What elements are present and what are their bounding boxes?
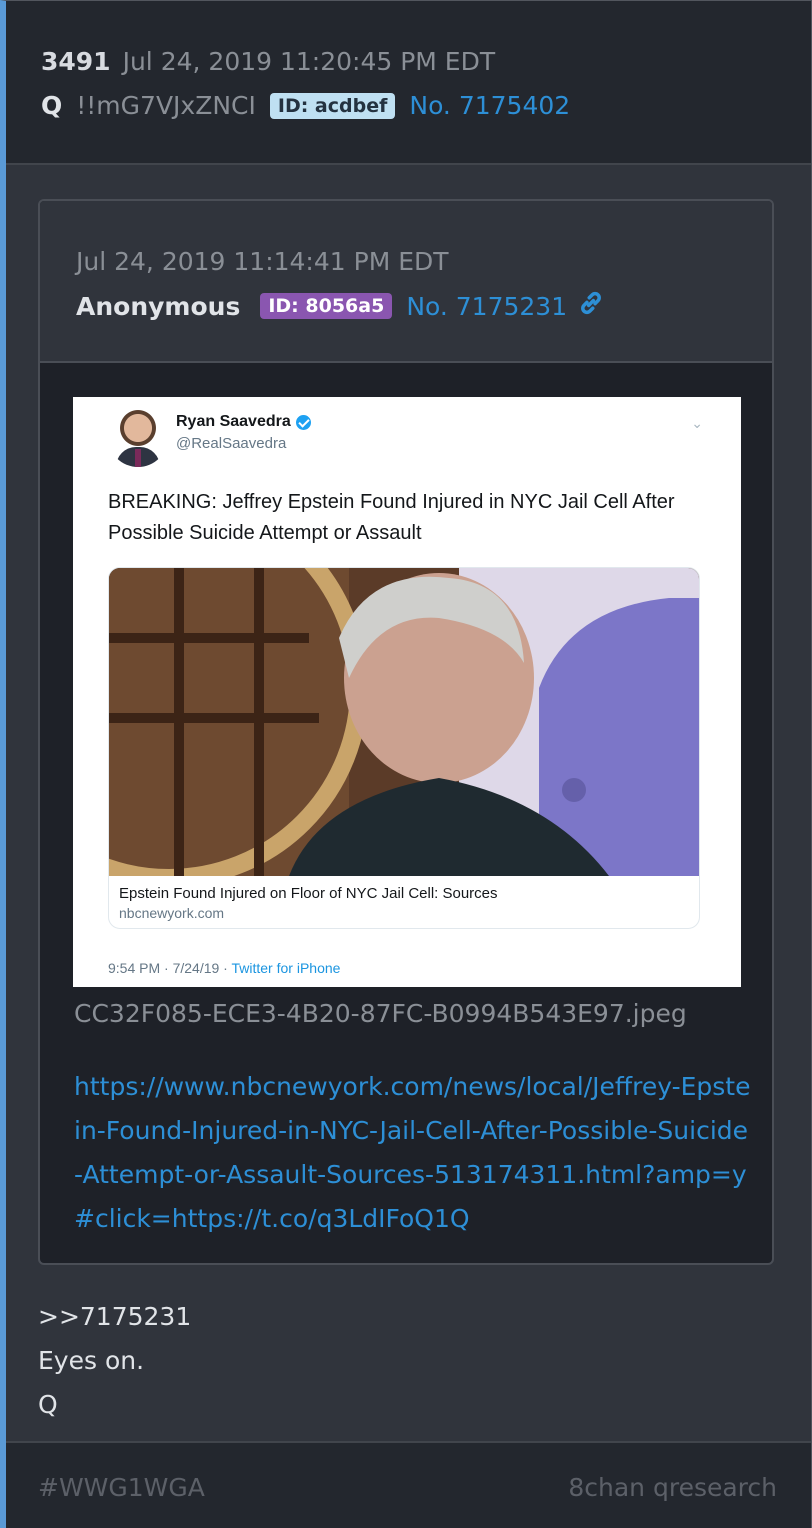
tweet-screenshot-image[interactable]: Ryan Saavedra @RealSaavedra ⌄ BREAKING: … — [73, 397, 741, 987]
board-name: 8chan qresearch — [568, 1473, 777, 1502]
quoted-post-number-link[interactable]: No. 7175231 — [406, 292, 567, 321]
post-id-badge[interactable]: ID: acdbef — [269, 92, 396, 119]
quoted-author: Anonymous — [76, 291, 241, 321]
quoted-post-header: Jul 24, 2019 11:14:41 PM EDT Anonymous I… — [40, 201, 772, 363]
post-number: 3491 — [41, 47, 111, 76]
tweet-link-card: Epstein Found Injured on Floor of NYC Ja… — [108, 567, 700, 929]
quoted-post: Jul 24, 2019 11:14:41 PM EDT Anonymous I… — [38, 199, 774, 1265]
post-tripcode: !!mG7VJxZNCI — [76, 91, 256, 120]
body-line: Eyes on. — [38, 1346, 145, 1375]
post-datetime: Jul 24, 2019 11:20:45 PM EDT — [122, 47, 496, 76]
post-body: >>7175231 Eyes on. Q — [38, 1295, 191, 1427]
post-meta-line: 3491 Jul 24, 2019 11:20:45 PM EDT — [41, 47, 495, 76]
post-author-line: Q !!mG7VJxZNCI ID: acdbef No. 7175402 — [41, 91, 570, 120]
tweet-meta: 9:54 PM · 7/24/19 · Twitter for iPhone — [108, 960, 340, 976]
tweet-timestamp: 9:54 PM · 7/24/19 · — [108, 960, 232, 976]
article-link[interactable]: https://www.nbcnewyork.com/news/local/Je… — [74, 1065, 754, 1241]
tweet-text: BREAKING: Jeffrey Epstein Found Injured … — [108, 491, 675, 544]
body-signature: Q — [38, 1390, 58, 1419]
quoted-id-badge[interactable]: ID: 8056a5 — [260, 293, 393, 319]
card-title: Epstein Found Injured on Floor of NYC Ja… — [119, 885, 498, 902]
reply-link[interactable]: >>7175231 — [38, 1295, 191, 1339]
attachment-filename[interactable]: CC32F085-ECE3-4B20-87FC-B0994B543E97.jpe… — [74, 999, 687, 1028]
verified-icon — [295, 414, 311, 430]
link-icon[interactable] — [577, 289, 605, 323]
post-header: 3491 Jul 24, 2019 11:20:45 PM EDT Q !!mG7… — [6, 1, 811, 165]
quoted-author-line: Anonymous ID: 8056a5 No. 7175231 — [76, 289, 605, 323]
post-number-link[interactable]: No. 7175402 — [409, 91, 570, 120]
tweet-author-name: Ryan Saavedra — [176, 413, 311, 431]
post-author: Q — [41, 91, 63, 120]
hashtag: #WWG1WGA — [38, 1473, 205, 1502]
avatar — [108, 407, 168, 467]
quoted-datetime: Jul 24, 2019 11:14:41 PM EDT — [76, 247, 449, 276]
card-photo — [109, 568, 699, 876]
tweet-handle: @RealSaavedra — [176, 435, 287, 452]
chevron-down-icon: ⌄ — [691, 415, 703, 431]
card-domain: nbcnewyork.com — [119, 905, 225, 921]
tweet-source: Twitter for iPhone — [231, 960, 341, 976]
post: 3491 Jul 24, 2019 11:20:45 PM EDT Q !!mG7… — [0, 0, 812, 1528]
post-footer: #WWG1WGA 8chan qresearch — [6, 1441, 811, 1528]
